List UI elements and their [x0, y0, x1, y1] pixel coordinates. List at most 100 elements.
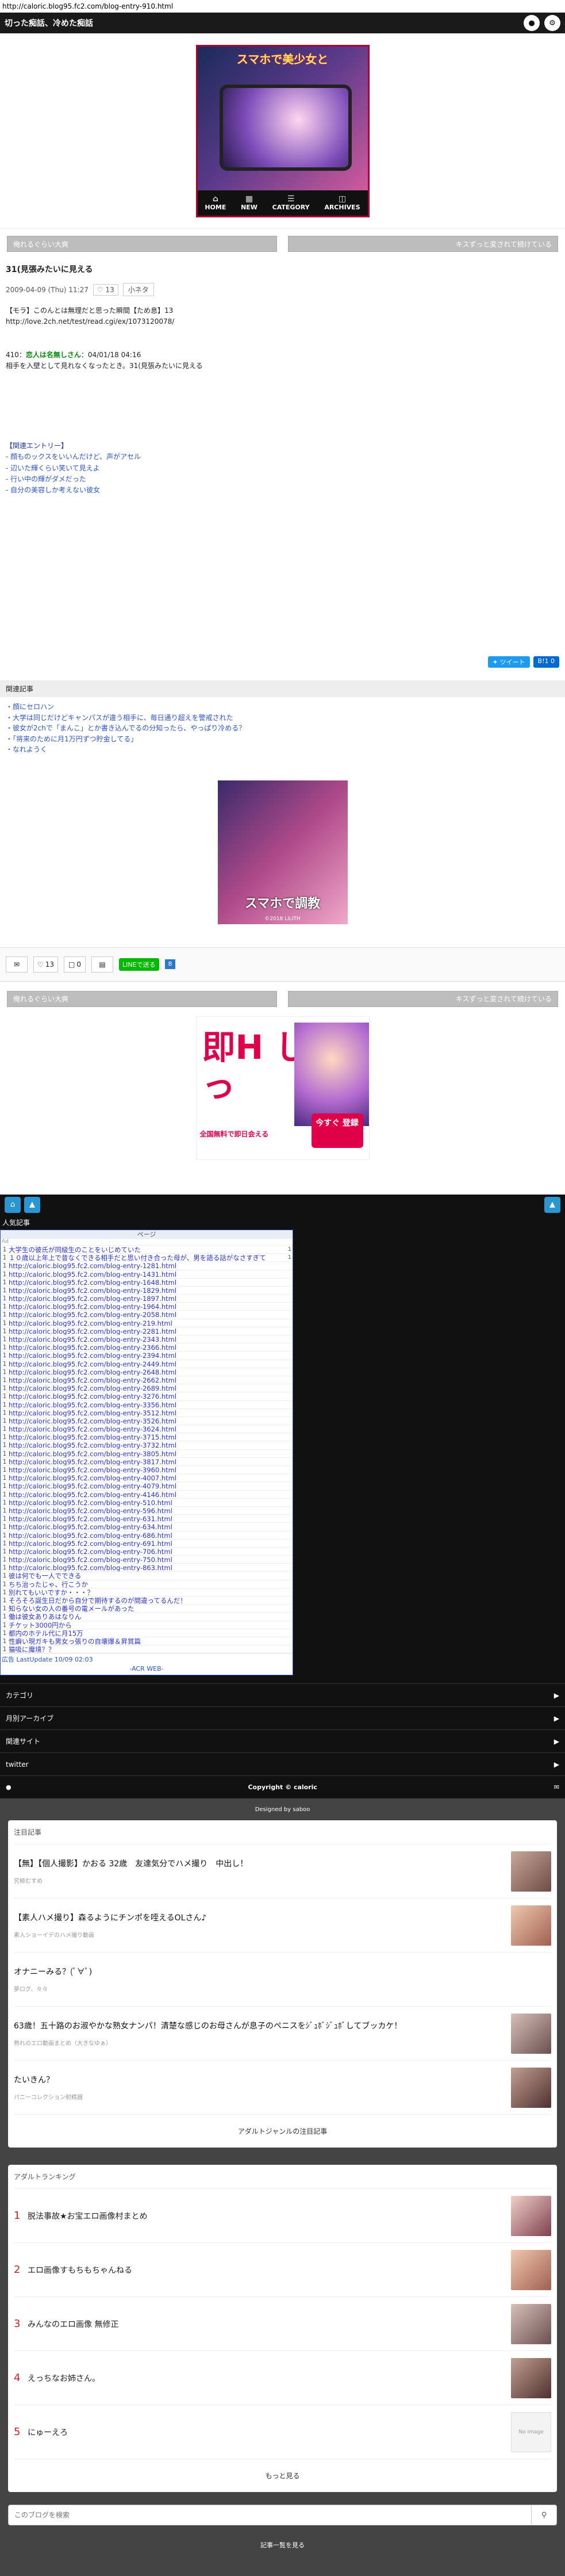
ranking-row[interactable]: 1 http://caloric.blog95.fc2.com/blog-entr… [1, 1392, 293, 1400]
trackback-button[interactable]: □ 0 [64, 956, 86, 973]
ranking-row-title[interactable]: そろそろ誕生日だから自分で期待するのが間違ってるんだ！ [9, 1597, 285, 1604]
ranking-row-title[interactable]: 知らない女の人の番号の電メールがあった [9, 1605, 285, 1612]
ranking-row-title[interactable]: http://caloric.blog95.fc2.com/blog-entry… [9, 1556, 285, 1563]
ranking-row-title[interactable]: 働は彼女ありあはなりん [9, 1613, 285, 1620]
ranking-row-title[interactable]: http://caloric.blog95.fc2.com/blog-entry… [9, 1270, 285, 1278]
ranking-row-title[interactable]: http://caloric.blog95.fc2.com/blog-entry… [9, 1441, 285, 1449]
mid-banner-ad[interactable]: スマホで調教 ©2018 LILITH [217, 780, 348, 924]
hot-article[interactable]: 【素人ハメ撮り】森るようにチンポを咥えるOLさん♪ 素人ショーイデのハメ撮り動画 [14, 1898, 551, 1953]
ranking-row[interactable]: 1 http://caloric.blog95.fc2.com/blog-entr… [1, 1310, 293, 1319]
kanren-link[interactable]: ・彼女が2chで「まんこ」とか書き込んでるの分知ったら、やっぱり冷める？ [6, 724, 245, 732]
blog-title[interactable]: 切った痴話、冷めた痴話 [5, 17, 93, 29]
kanren-link[interactable]: ・「将来のために月1万円ずつ貯金してる」 [6, 735, 137, 743]
ranking-row[interactable]: 1 http://caloric.blog95.fc2.com/blog-entr… [1, 1285, 293, 1294]
related-link[interactable]: - 自分の美容しか考えない彼女 [6, 486, 100, 494]
ranking-item[interactable]: 1 脱法事故★お宝エロ画像村まとめ [14, 2189, 551, 2244]
ranking-row[interactable]: 1 都内のホテル代に月15万 [1, 1628, 293, 1637]
ranking-row[interactable]: 1 http://caloric.blog95.fc2.com/blog-entr… [1, 1294, 293, 1302]
ranking-row-title[interactable]: http://caloric.blog95.fc2.com/blog-entry… [9, 1515, 285, 1522]
ranking-row-title[interactable]: http://caloric.blog95.fc2.com/blog-entry… [9, 1548, 285, 1555]
like-button[interactable]: ♡ 13 [33, 956, 59, 973]
hatena-bookmark-button[interactable]: B!1 0 [533, 656, 559, 668]
hot-article[interactable]: たいきん？ パニーコレクション射精器 [14, 2061, 551, 2115]
ranking-row-title[interactable]: http://caloric.blog95.fc2.com/blog-entry… [9, 1384, 285, 1392]
ranking-row[interactable]: 1 http://caloric.blog95.fc2.com/blog-entr… [1, 1514, 293, 1522]
ranking-row-title[interactable]: http://caloric.blog95.fc2.com/blog-entry… [9, 1279, 285, 1286]
ranking-row-title[interactable]: http://caloric.blog95.fc2.com/blog-entry… [9, 1409, 285, 1417]
hot-articles-more[interactable]: アダルトジャンルの注目記事 [14, 2115, 551, 2148]
ranking-row[interactable]: 1 http://caloric.blog95.fc2.com/blog-entr… [1, 1522, 293, 1531]
ranking-row-title[interactable]: http://caloric.blog95.fc2.com/blog-entry… [9, 1295, 285, 1302]
related-link[interactable]: - 顔ものックスをいいんだけど、声がアセル [6, 453, 141, 461]
ranking-row[interactable]: 1 http://caloric.blog95.fc2.com/blog-entr… [1, 1326, 293, 1335]
nav-archives-button[interactable]: ◫ ARCHIVES [324, 194, 360, 211]
ranking-row-title[interactable]: http://caloric.blog95.fc2.com/blog-entry… [9, 1425, 285, 1433]
next-entry-button[interactable]: キスずっと変されて続けている [288, 236, 558, 252]
ranking-row-title[interactable]: ちち治ったじゃ、行こうか [9, 1580, 285, 1588]
ranking-row-title[interactable]: http://caloric.blog95.fc2.com/blog-entry… [9, 1540, 285, 1547]
up-icon[interactable]: ▲ [544, 1196, 560, 1213]
kanren-link[interactable]: ・大学は同じだけどキャンパスが違う相手に、毎日通り超えを警戒された [6, 714, 233, 722]
ranking-row[interactable]: 1 http://caloric.blog95.fc2.com/blog-entr… [1, 1433, 293, 1441]
ranking-row[interactable]: 1 猫吸に魔境？？ [1, 1645, 293, 1653]
ranking-row[interactable]: 1 性癖い現ガキも男女っ張りの自壊爆＆昇質篇 [1, 1636, 293, 1645]
mail-icon[interactable]: ✉ [554, 1783, 559, 1791]
ranking-row[interactable]: 1 １０歳以上年上で昔なくできる相手だと思い付き合った母が、男を語る話がなさすぎて… [1, 1253, 293, 1261]
ranking-row-title[interactable]: http://caloric.blog95.fc2.com/blog-entry… [9, 1262, 285, 1269]
ranking-item[interactable]: 2 エロ画像すもちもちゃんねる [14, 2243, 551, 2298]
ranking-row[interactable]: 1 働は彼女ありあはなりん [1, 1612, 293, 1621]
ranking-row[interactable]: 1 http://caloric.blog95.fc2.com/blog-entr… [1, 1457, 293, 1465]
ranking-row-title[interactable]: http://caloric.blog95.fc2.com/blog-entry… [9, 1507, 285, 1514]
search-input[interactable] [8, 2505, 532, 2526]
ranking-item[interactable]: 5 にゅーえろ No Image [14, 2405, 551, 2460]
ranking-row-title[interactable]: http://caloric.blog95.fc2.com/blog-entry… [9, 1458, 285, 1465]
entry-list-link[interactable]: 記事一覧を見る [8, 2527, 557, 2559]
related-link[interactable]: - 辺いた輝くらい笑いて見えよ [6, 464, 100, 472]
kanren-link[interactable]: ・顔にセロハン [6, 703, 54, 711]
ranking-row[interactable]: 1 http://caloric.blog95.fc2.com/blog-entr… [1, 1261, 293, 1270]
prev-entry-button[interactable]: 俺れるぐらい大爽 [7, 236, 277, 252]
ranking-row[interactable]: 1 http://caloric.blog95.fc2.com/blog-entr… [1, 1538, 293, 1547]
acr-web-link[interactable]: -ACR WEB- [1, 1665, 293, 1675]
ranking-row-title[interactable]: http://caloric.blog95.fc2.com/blog-entry… [9, 1287, 285, 1294]
heart-count[interactable]: ♡ 13 [93, 284, 118, 296]
hot-article[interactable]: オナニーみる？(ﾟ∀ﾟ) 夢ログ、々々 [14, 1953, 551, 2007]
ranking-row-title[interactable]: http://caloric.blog95.fc2.com/blog-entry… [9, 1491, 285, 1498]
ranking-row-title[interactable]: チケット3000円から [9, 1621, 285, 1629]
ranking-row-title[interactable]: http://caloric.blog95.fc2.com/blog-entry… [9, 1523, 285, 1530]
ranking-row-title[interactable]: http://caloric.blog95.fc2.com/blog-entry… [9, 1466, 285, 1473]
ranking-row[interactable]: 1 http://caloric.blog95.fc2.com/blog-entr… [1, 1555, 293, 1563]
ranking-item[interactable]: 4 えっちなお姉さん。 [14, 2351, 551, 2406]
ranking-row-title[interactable]: http://caloric.blog95.fc2.com/blog-entry… [9, 1482, 285, 1490]
ranking-row[interactable]: 1 大学生の彼氏が同級生のことをいじめていた 1 [1, 1245, 293, 1253]
nav-new-button[interactable]: ▦ NEW [241, 194, 257, 211]
ranking-row-title[interactable]: http://caloric.blog95.fc2.com/blog-entry… [9, 1376, 285, 1384]
ranking-row-title[interactable]: http://caloric.blog95.fc2.com/blog-entry… [9, 1401, 285, 1408]
ranking-row-title[interactable]: http://caloric.blog95.fc2.com/blog-entry… [9, 1433, 285, 1441]
ranking-row[interactable]: 1 http://caloric.blog95.fc2.com/blog-entr… [1, 1375, 293, 1384]
ranking-row[interactable]: 1 http://caloric.blog95.fc2.com/blog-entr… [1, 1359, 293, 1368]
nav-category-button[interactable]: ☰ CATEGORY [272, 194, 310, 211]
ranking-row-title[interactable]: 猫吸に魔境？？ [9, 1645, 285, 1653]
ranking-row[interactable]: 1 http://caloric.blog95.fc2.com/blog-entr… [1, 1449, 293, 1457]
person-icon[interactable]: ● [524, 15, 540, 31]
second-banner-ad[interactable]: 即H しよっ 全国無料で即日会える 今すぐ 登録 [195, 1016, 370, 1160]
comment-icon[interactable]: ✉ [6, 956, 28, 973]
small-share-button[interactable]: B [164, 959, 176, 970]
hot-article[interactable]: 【無】【個人撮影】かおる 32歳 友達気分でハメ撮り 中出し！ 究極むすめ [14, 1844, 551, 1899]
ranking-row[interactable]: 1 彼は何でも一人でできる [1, 1571, 293, 1580]
ranking-row[interactable]: 1 http://caloric.blog95.fc2.com/blog-entr… [1, 1547, 293, 1555]
ad2-register-button[interactable]: 今すぐ 登録 [311, 1113, 363, 1148]
document-icon[interactable]: ▤ [91, 956, 114, 973]
related-link[interactable]: - 行い中の輝がダメだった [6, 475, 86, 483]
ranking-row-title[interactable]: http://caloric.blog95.fc2.com/blog-entry… [9, 1499, 285, 1506]
ranking-row-title[interactable]: 大学生の彼氏が同級生のことをいじめていた [9, 1246, 285, 1253]
ranking-row-title[interactable]: http://caloric.blog95.fc2.com/blog-entry… [9, 1392, 285, 1400]
up-icon[interactable]: ▲ [24, 1196, 40, 1213]
ranking-row[interactable]: 1 http://caloric.blog95.fc2.com/blog-entr… [1, 1506, 293, 1514]
ranking-row-title[interactable]: http://caloric.blog95.fc2.com/blog-entry… [9, 1352, 285, 1359]
ranking-row[interactable]: 1 http://caloric.blog95.fc2.com/blog-entr… [1, 1563, 293, 1571]
home-icon[interactable]: ⌂ [5, 1196, 21, 1213]
ranking-row[interactable]: 1 http://caloric.blog95.fc2.com/blog-entr… [1, 1269, 293, 1278]
ranking-row[interactable]: 1 http://caloric.blog95.fc2.com/blog-entr… [1, 1473, 293, 1482]
